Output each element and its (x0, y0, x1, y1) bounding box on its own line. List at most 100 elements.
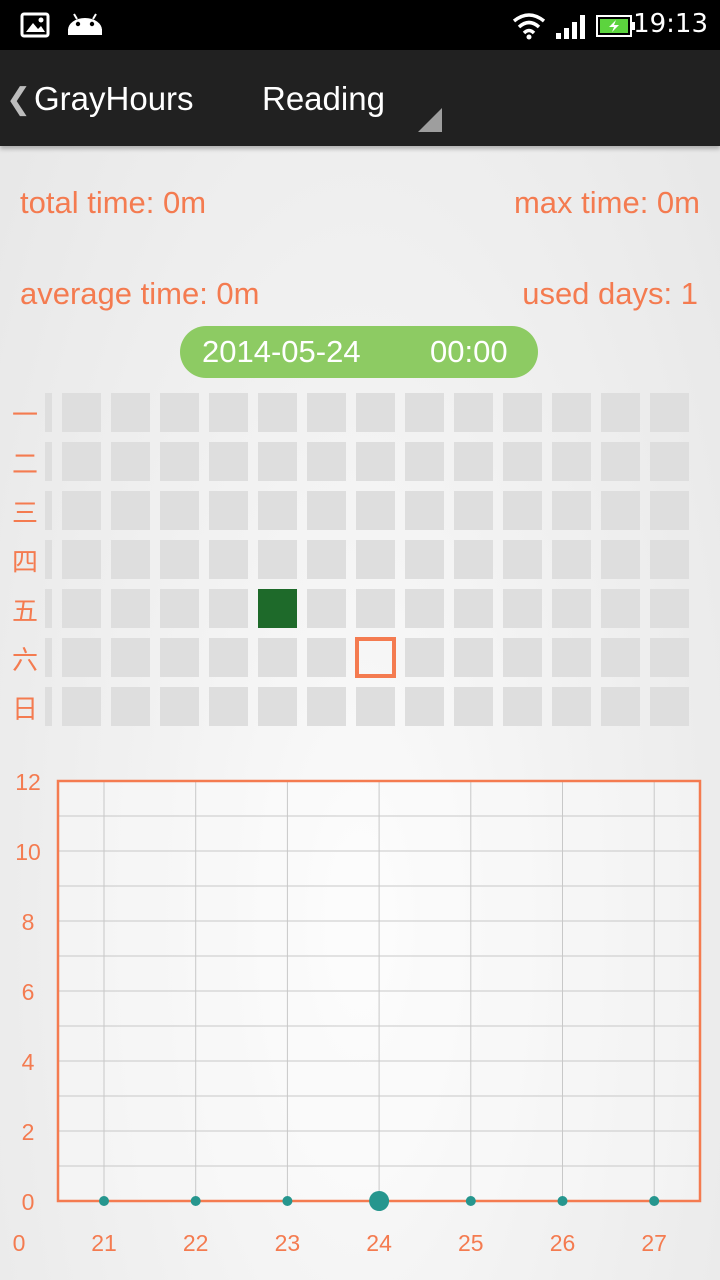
calendar-cell[interactable] (209, 491, 248, 530)
app-title[interactable]: GrayHours (34, 80, 194, 118)
calendar-cell[interactable] (111, 540, 150, 579)
calendar-cell[interactable] (62, 540, 101, 579)
calendar-cell[interactable] (62, 491, 101, 530)
calendar-cell[interactable] (111, 442, 150, 481)
calendar-cell[interactable] (503, 393, 542, 432)
calendar-cell[interactable] (405, 393, 444, 432)
calendar-cell[interactable] (405, 540, 444, 579)
calendar-cell[interactable] (503, 687, 542, 726)
calendar-cell[interactable] (454, 491, 493, 530)
calendar-cell[interactable] (503, 491, 542, 530)
calendar-cell-selected[interactable] (355, 637, 396, 678)
calendar-cell[interactable] (601, 540, 640, 579)
calendar-cell[interactable] (552, 687, 591, 726)
calendar-cell[interactable] (356, 442, 395, 481)
calendar-cell[interactable] (356, 393, 395, 432)
calendar-cell[interactable] (503, 638, 542, 677)
calendar-cell[interactable] (307, 589, 346, 628)
calendar-cell[interactable] (307, 540, 346, 579)
calendar-cell[interactable] (209, 393, 248, 432)
calendar-cell[interactable] (45, 491, 52, 530)
calendar-cell[interactable] (258, 393, 297, 432)
calendar-cell[interactable] (111, 589, 150, 628)
category-spinner[interactable]: Reading (240, 66, 446, 136)
calendar-cell[interactable] (454, 589, 493, 628)
calendar-cell[interactable] (307, 442, 346, 481)
calendar-cell[interactable] (650, 638, 689, 677)
calendar-cell[interactable] (503, 442, 542, 481)
calendar-cell[interactable] (111, 393, 150, 432)
calendar-cell[interactable] (650, 491, 689, 530)
calendar-cell[interactable] (258, 687, 297, 726)
calendar-cell[interactable] (454, 687, 493, 726)
calendar-cell[interactable] (454, 442, 493, 481)
calendar-cell[interactable] (45, 393, 52, 432)
calendar-cell[interactable] (552, 442, 591, 481)
calendar-cell[interactable] (405, 638, 444, 677)
calendar-cell[interactable] (650, 442, 689, 481)
calendar-cell[interactable] (62, 687, 101, 726)
calendar-cell[interactable] (160, 589, 199, 628)
calendar-cell[interactable] (258, 638, 297, 677)
calendar-cell[interactable] (62, 393, 101, 432)
calendar-cell[interactable] (405, 491, 444, 530)
calendar-cell[interactable] (405, 687, 444, 726)
calendar-cell[interactable] (356, 687, 395, 726)
calendar-cell[interactable] (258, 491, 297, 530)
chevron-left-icon[interactable]: ❮ (6, 82, 31, 117)
calendar-cell[interactable] (111, 491, 150, 530)
calendar-cell[interactable] (356, 491, 395, 530)
calendar-cell[interactable] (111, 638, 150, 677)
calendar-cell[interactable] (552, 393, 591, 432)
calendar-cell[interactable] (454, 393, 493, 432)
calendar-cell[interactable] (62, 589, 101, 628)
calendar-cell[interactable] (307, 687, 346, 726)
calendar-cell[interactable] (503, 589, 542, 628)
calendar-cell[interactable] (650, 540, 689, 579)
calendar-cell[interactable] (62, 442, 101, 481)
calendar-cell[interactable] (405, 589, 444, 628)
calendar-cell[interactable] (601, 442, 640, 481)
calendar-cell[interactable] (45, 540, 52, 579)
calendar-cell[interactable] (160, 540, 199, 579)
calendar-cell-active[interactable] (258, 589, 297, 628)
calendar-cell[interactable] (650, 589, 689, 628)
calendar-cell[interactable] (552, 491, 591, 530)
calendar-cell[interactable] (160, 491, 199, 530)
calendar-cell[interactable] (601, 589, 640, 628)
selected-date-pill[interactable]: 2014-05-24 00:00 (180, 326, 538, 378)
calendar-cell[interactable] (160, 442, 199, 481)
calendar-cell[interactable] (601, 393, 640, 432)
calendar-cell[interactable] (209, 687, 248, 726)
calendar-cell[interactable] (258, 540, 297, 579)
calendar-cell[interactable] (552, 540, 591, 579)
calendar-cell[interactable] (650, 393, 689, 432)
calendar-cell[interactable] (552, 638, 591, 677)
calendar-cell[interactable] (45, 638, 52, 677)
calendar-cell[interactable] (356, 540, 395, 579)
calendar-cell[interactable] (503, 540, 542, 579)
calendar-cell[interactable] (356, 589, 395, 628)
calendar-cell[interactable] (454, 540, 493, 579)
calendar-cell[interactable] (650, 687, 689, 726)
calendar-cell[interactable] (307, 393, 346, 432)
calendar-cell[interactable] (62, 638, 101, 677)
calendar-cell[interactable] (209, 638, 248, 677)
calendar-cell[interactable] (307, 491, 346, 530)
calendar-cell[interactable] (45, 589, 52, 628)
calendar-cell[interactable] (160, 393, 199, 432)
calendar-cell[interactable] (454, 638, 493, 677)
calendar-cell[interactable] (209, 540, 248, 579)
calendar-cell[interactable] (307, 638, 346, 677)
calendar-cell[interactable] (552, 589, 591, 628)
calendar-cell[interactable] (160, 687, 199, 726)
calendar-cell[interactable] (45, 442, 52, 481)
calendar-cell[interactable] (601, 491, 640, 530)
calendar-cell[interactable] (209, 442, 248, 481)
calendar-cell[interactable] (160, 638, 199, 677)
calendar-cell[interactable] (209, 589, 248, 628)
calendar-cell[interactable] (258, 442, 297, 481)
calendar-cell[interactable] (111, 687, 150, 726)
calendar-cell[interactable] (601, 638, 640, 677)
calendar-cell[interactable] (601, 687, 640, 726)
